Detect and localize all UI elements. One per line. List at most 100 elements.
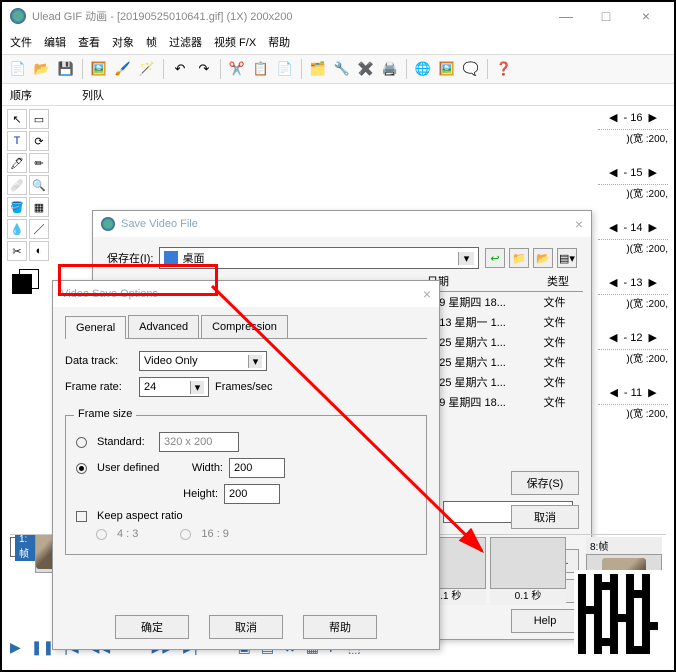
dialog-close-icon[interactable]: ×	[423, 286, 431, 302]
frame-thumbnail[interactable]: 0.1 秒	[490, 537, 566, 605]
chevron-down-icon[interactable]: ▾	[248, 355, 262, 368]
menu-view[interactable]: 查看	[78, 34, 100, 50]
userdefined-label: User defined	[97, 462, 177, 474]
frame-pager: ◀- 16▶ )(宽 :200, ◀- 15▶ )(宽 :200, ◀- 14▶…	[598, 106, 668, 420]
menu-help[interactable]: 帮助	[268, 34, 290, 50]
tool-icon[interactable]: 🗨️	[461, 59, 481, 79]
new-icon[interactable]: 📄	[8, 59, 28, 79]
subhdr-order: 顺序	[10, 87, 32, 103]
file-row[interactable]: /5/25 星期六 1...文件	[423, 352, 583, 372]
menu-edit[interactable]: 编辑	[44, 34, 66, 50]
tool-icon[interactable]: 🔧	[332, 59, 352, 79]
dialog-title-bar[interactable]: Video Save Options ×	[53, 281, 439, 307]
tool-icon[interactable]: 🖼️	[437, 59, 457, 79]
tab-bar: General Advanced Compression	[65, 315, 427, 339]
tab-compression[interactable]: Compression	[201, 315, 288, 338]
tab-advanced[interactable]: Advanced	[128, 315, 199, 338]
crop-icon[interactable]: ✂	[7, 241, 27, 261]
save-icon[interactable]: 💾	[56, 59, 76, 79]
fill-icon[interactable]: 🪣	[7, 197, 27, 217]
col-type[interactable]: 类型	[547, 273, 579, 289]
view-mode-icon[interactable]: ▤▾	[557, 248, 577, 268]
file-row[interactable]: /5/25 星期六 1...文件	[423, 332, 583, 352]
open-icon[interactable]: 📂	[32, 59, 52, 79]
lookin-label: 保存在(I):	[107, 250, 153, 266]
menu-bar: 文件 编辑 查看 对象 帧 过滤器 视频 F/X 帮助	[2, 30, 674, 54]
undo-icon[interactable]: ↶	[170, 59, 190, 79]
dialog-title-bar[interactable]: Save Video File ×	[93, 211, 591, 237]
prev-frame-icon[interactable]: ◀	[609, 111, 617, 124]
dialog-close-icon[interactable]: ×	[575, 216, 583, 232]
datatrack-select[interactable]: Video Only ▾	[139, 351, 267, 371]
pause-icon[interactable]: ❚❚	[31, 639, 54, 656]
color-swatch[interactable]	[7, 269, 47, 297]
width-input[interactable]: 200	[229, 458, 285, 478]
redo-icon[interactable]: ↷	[194, 59, 214, 79]
zoom-icon[interactable]: 🔍	[29, 175, 49, 195]
help-button[interactable]: 帮助	[303, 615, 377, 639]
eraser-icon[interactable]: 🩹	[7, 175, 27, 195]
minimize-button[interactable]: —	[546, 8, 586, 24]
desktop-icon	[164, 251, 178, 265]
close-button[interactable]: ×	[626, 8, 666, 24]
chevron-down-icon[interactable]: ▾	[190, 381, 204, 394]
tool-icon[interactable]: 🖨️	[380, 59, 400, 79]
framerate-select[interactable]: 24 ▾	[139, 377, 209, 397]
next-frame-icon[interactable]: ▶	[648, 111, 656, 124]
save-button[interactable]: 保存(S)	[511, 471, 579, 495]
brush-icon[interactable]: 🖊	[7, 153, 27, 173]
menu-file[interactable]: 文件	[10, 34, 32, 50]
play-icon[interactable]: ▶	[10, 639, 21, 656]
frame-size-fieldset: Frame size Standard: 320 x 200 User defi…	[65, 415, 427, 555]
file-row[interactable]: /5/13 星期一 1...文件	[423, 312, 583, 332]
pencil-icon[interactable]: ✏	[29, 153, 49, 173]
picker-icon[interactable]: 💧	[7, 219, 27, 239]
tool-icon[interactable]: ✖️	[356, 59, 376, 79]
userdefined-radio[interactable]	[76, 463, 87, 474]
tool-palette: ↖ ▭ T ⟳ 🖊 ✏ 🩹 🔍 🪣 ▦ 💧 ／ ✂ ◐	[4, 106, 52, 300]
cancel-button[interactable]: 取消	[511, 505, 579, 529]
chevron-down-icon[interactable]: ▾	[458, 252, 474, 265]
height-label: Height:	[178, 488, 218, 500]
keep-aspect-checkbox[interactable]	[76, 511, 87, 522]
file-row[interactable]: /5/9 星期四 18...文件	[423, 392, 583, 412]
menu-videofx[interactable]: 视频 F/X	[214, 34, 256, 50]
paste-icon[interactable]: 📄	[275, 59, 295, 79]
new-folder-icon[interactable]: 📂	[533, 248, 553, 268]
cancel-button[interactable]: 取消	[209, 615, 283, 639]
standard-radio[interactable]	[76, 437, 87, 448]
ok-button[interactable]: 确定	[115, 615, 189, 639]
title-bar: Ulead GIF 动画 - [20190525010641.gif] (1X)…	[2, 2, 674, 30]
menu-object[interactable]: 对象	[112, 34, 134, 50]
file-row[interactable]: /5/25 星期六 1...文件	[423, 372, 583, 392]
lookin-combo[interactable]: 桌面 ▾	[159, 247, 479, 269]
shape-icon[interactable]: ◐	[29, 241, 49, 261]
lookin-value: 桌面	[182, 250, 204, 266]
cut-icon[interactable]: ✂️	[227, 59, 247, 79]
tool-icon[interactable]: 🗂️	[308, 59, 328, 79]
file-row[interactable]: /5/9 星期四 18...文件	[423, 292, 583, 312]
up-folder-icon[interactable]: 📁	[509, 248, 529, 268]
maximize-button[interactable]: □	[586, 8, 626, 24]
tool-icon[interactable]: 🪄	[137, 59, 157, 79]
col-date[interactable]: 日期	[427, 273, 523, 289]
line-icon[interactable]: ／	[29, 219, 49, 239]
tool-icon[interactable]: 🖼️	[89, 59, 109, 79]
tab-general[interactable]: General	[65, 316, 126, 339]
copy-icon[interactable]: 📋	[251, 59, 271, 79]
select-icon[interactable]: ▭	[29, 109, 49, 129]
tool-icon[interactable]: 🖌️	[113, 59, 133, 79]
help-icon[interactable]: ❓	[494, 59, 514, 79]
fieldset-legend: Frame size	[74, 408, 136, 420]
menu-filter[interactable]: 过滤器	[169, 34, 202, 50]
dialog-icon	[101, 217, 115, 231]
rotate-icon[interactable]: ⟳	[29, 131, 49, 151]
height-input[interactable]: 200	[224, 484, 280, 504]
rect-icon[interactable]: ▦	[29, 197, 49, 217]
text-icon[interactable]: T	[7, 131, 27, 151]
pointer-icon[interactable]: ↖	[7, 109, 27, 129]
web-icon[interactable]: 🌐	[413, 59, 433, 79]
menu-frame[interactable]: 帧	[146, 34, 157, 50]
back-icon[interactable]: ↩	[485, 248, 505, 268]
ratio-43-radio	[96, 529, 107, 540]
